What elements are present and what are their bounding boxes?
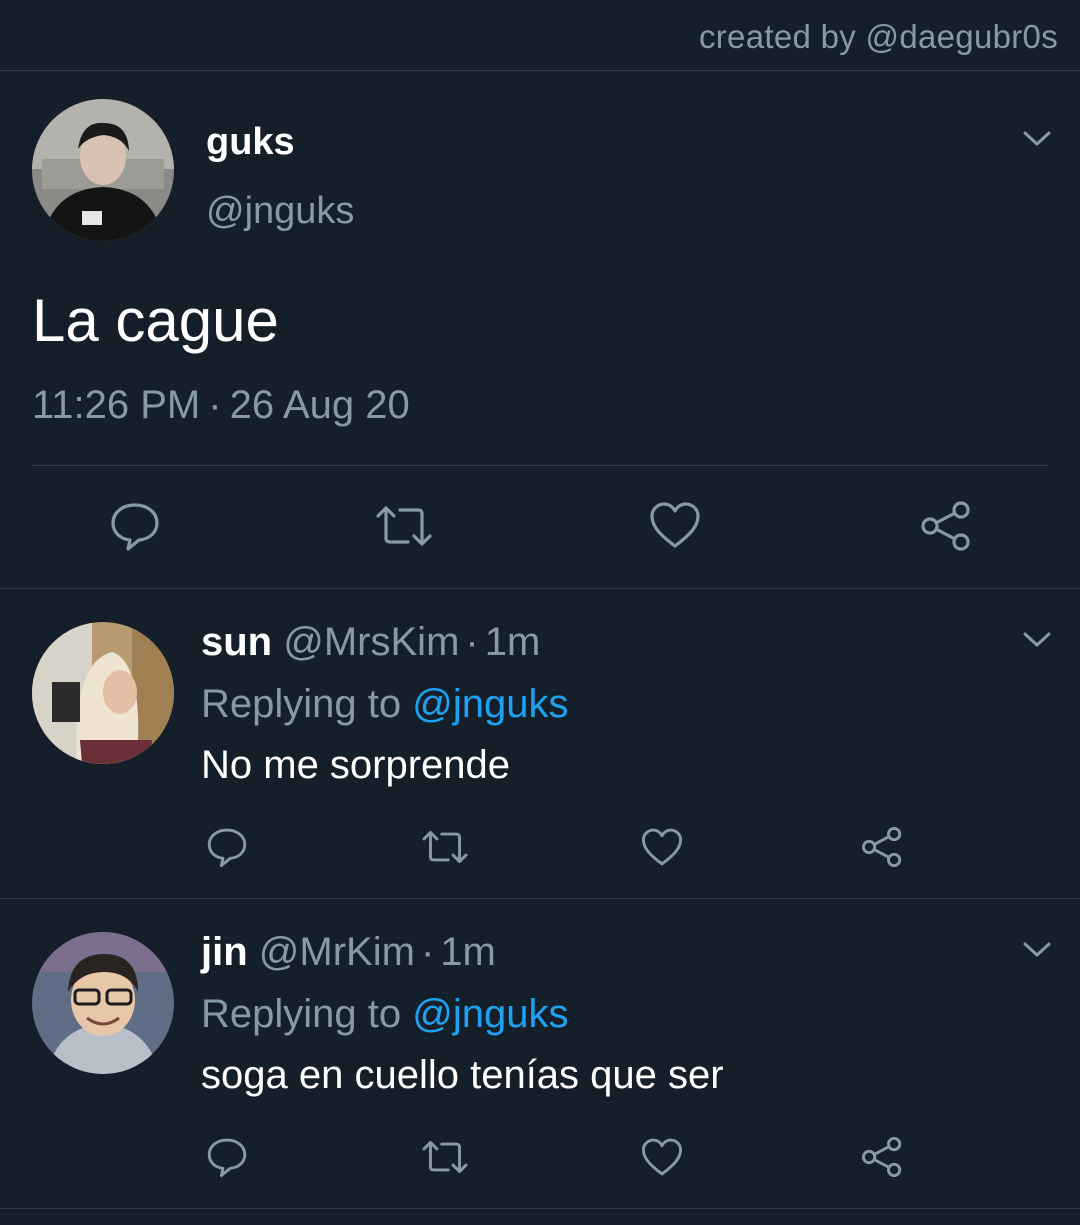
chevron-down-icon[interactable]: [1022, 940, 1052, 960]
meta-separator: ·: [208, 383, 222, 427]
divider: [0, 898, 1080, 899]
chevron-down-icon[interactable]: [1022, 129, 1052, 149]
avatar[interactable]: [32, 622, 174, 764]
tweet-time: 11:26 PM: [32, 383, 201, 427]
meta-separator: ·: [420, 930, 435, 974]
like-icon: [641, 828, 683, 866]
author-name[interactable]: guks: [206, 121, 295, 164]
reply-icon: [111, 503, 159, 551]
reply-text: soga en cuello tenías que ser: [201, 1053, 724, 1097]
replying-label: Replying to: [201, 682, 402, 726]
like-button[interactable]: [641, 826, 683, 868]
reply-button[interactable]: [206, 826, 248, 868]
divider: [0, 1208, 1080, 1209]
author-name[interactable]: sun: [201, 620, 272, 664]
reply-header: sun @MrsKim · 1m: [201, 620, 540, 665]
like-button[interactable]: [641, 1136, 683, 1178]
chevron-down-icon[interactable]: [1022, 630, 1052, 650]
avatar[interactable]: [32, 932, 174, 1074]
retweet-button[interactable]: [420, 826, 470, 868]
author-handle[interactable]: @MrKim: [259, 930, 415, 974]
author-name[interactable]: jin: [201, 930, 248, 974]
retweet-button[interactable]: [374, 500, 434, 552]
share-icon: [861, 1136, 902, 1178]
divider: [32, 465, 1048, 466]
credit-text: created by @daegubr0s: [698, 18, 1058, 55]
retweet-icon: [422, 831, 468, 863]
credit-bar: created by @daegubr0s: [0, 0, 1080, 71]
like-icon: [650, 502, 700, 548]
divider: [0, 588, 1080, 589]
like-button[interactable]: [649, 500, 701, 550]
replying-label: Replying to: [201, 992, 402, 1036]
replying-to: Replying to @jnguks: [201, 992, 568, 1037]
reply-icon: [207, 828, 247, 868]
reply-time: 1m: [484, 620, 541, 664]
reply-time: 1m: [440, 930, 496, 974]
reply-button[interactable]: [206, 1136, 248, 1178]
reply-header: jin @MrKim · 1m: [201, 930, 496, 975]
tweet-text: La cague: [32, 287, 279, 354]
avatar[interactable]: [32, 99, 174, 241]
share-icon: [921, 501, 970, 551]
share-button[interactable]: [861, 826, 903, 868]
retweet-icon: [422, 1141, 468, 1173]
tweet-timestamp: 11:26 PM · 26 Aug 20: [32, 383, 410, 428]
reply-icon: [207, 1138, 247, 1178]
share-button[interactable]: [920, 500, 972, 552]
replying-to: Replying to @jnguks: [201, 682, 568, 727]
share-button[interactable]: [861, 1136, 903, 1178]
tweet-date: 26 Aug 20: [229, 383, 410, 427]
reply-text: No me sorprende: [201, 743, 511, 787]
author-handle[interactable]: @MrsKim: [283, 620, 459, 664]
author-handle[interactable]: @jnguks: [206, 190, 354, 233]
retweet-icon: [376, 506, 432, 546]
retweet-button[interactable]: [420, 1136, 470, 1178]
mention-link[interactable]: @jnguks: [412, 682, 568, 726]
mention-link[interactable]: @jnguks: [412, 992, 568, 1036]
reply-button[interactable]: [109, 500, 161, 552]
meta-separator: ·: [465, 620, 479, 664]
like-icon: [641, 1138, 683, 1176]
share-icon: [861, 826, 902, 868]
